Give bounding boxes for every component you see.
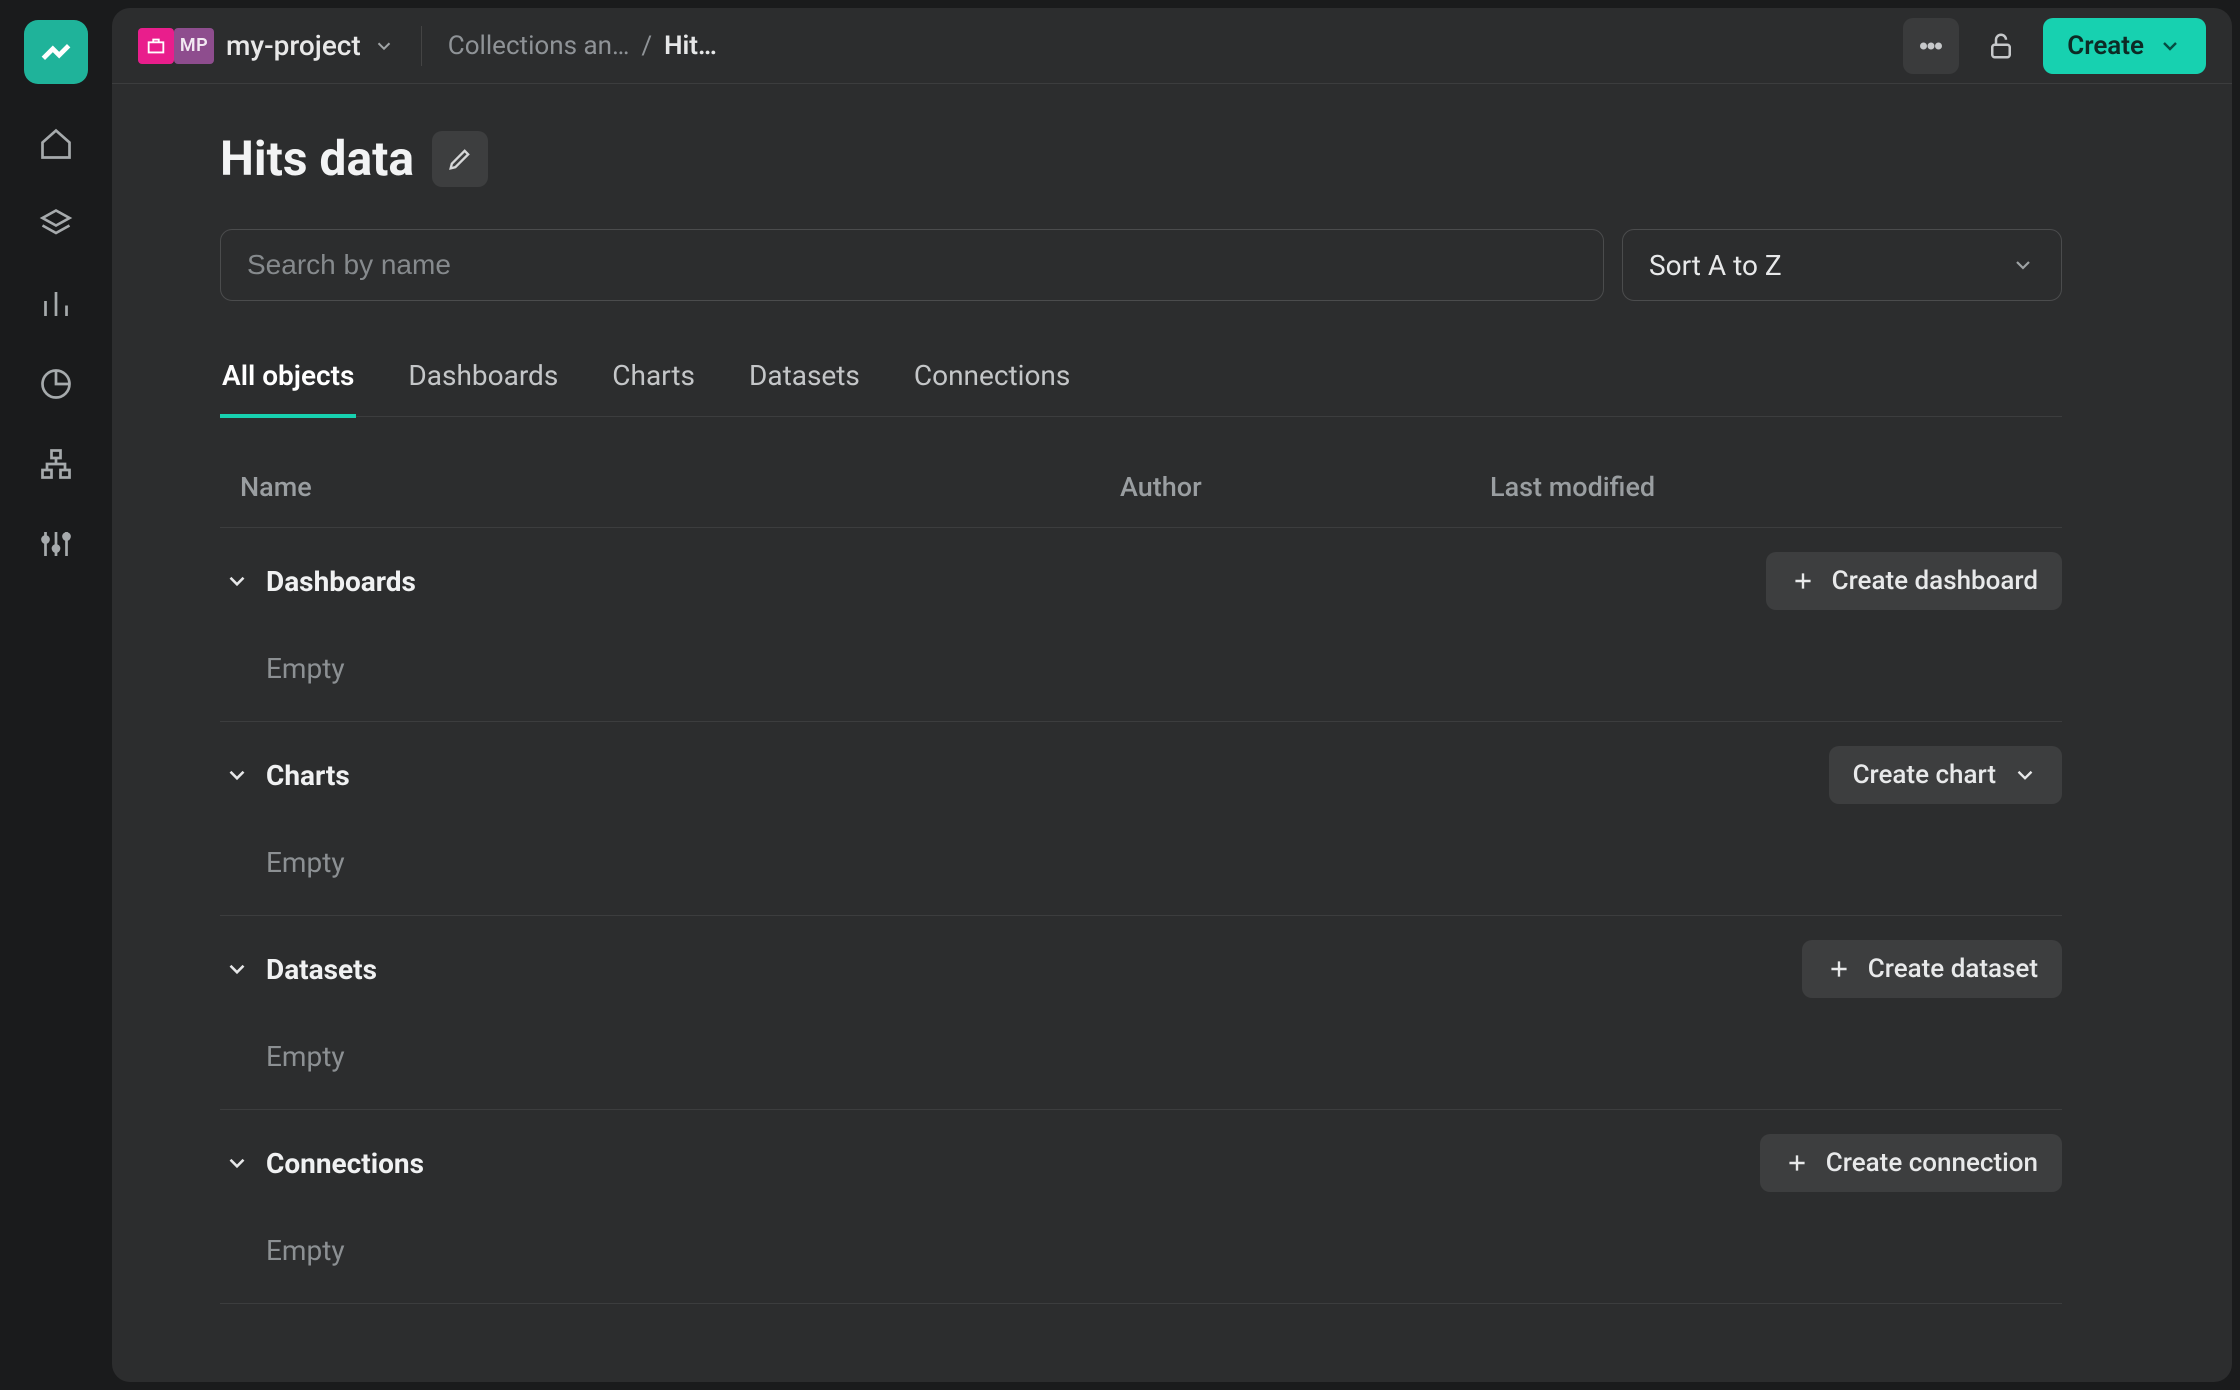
button-label: Create chart [1853, 760, 1996, 790]
home-icon[interactable] [36, 124, 76, 164]
lock-button[interactable] [1973, 18, 2029, 74]
sliders-icon[interactable] [36, 524, 76, 564]
nav-rail [0, 0, 112, 1390]
section-toggle-connections[interactable]: Connections [220, 1147, 424, 1180]
chevron-down-icon [224, 1150, 250, 1176]
tabs: All objects Dashboards Charts Datasets C… [220, 345, 2062, 417]
breadcrumb: Collections an… / Hit… [448, 31, 717, 61]
chevron-down-icon [373, 35, 395, 57]
create-connection-button[interactable]: Create connection [1760, 1134, 2062, 1192]
create-button-label: Create [2067, 31, 2144, 61]
col-name: Name [240, 471, 1120, 503]
button-label: Create dataset [1868, 954, 2038, 984]
tab-all-objects[interactable]: All objects [220, 345, 356, 416]
divider [421, 26, 422, 66]
more-button[interactable] [1903, 18, 1959, 74]
section-dashboards: Dashboards Create dashboard Empty [220, 528, 2062, 722]
main-panel: MP my-project Collections an… / Hit… Cre… [112, 8, 2232, 1382]
project-icons: MP [138, 28, 214, 64]
plus-icon [1790, 568, 1816, 594]
section-charts: Charts Create chart Empty [220, 722, 2062, 916]
section-title: Connections [266, 1147, 424, 1180]
plus-icon [1826, 956, 1852, 982]
chevron-down-icon [224, 956, 250, 982]
section-title: Datasets [266, 953, 377, 986]
empty-state: Empty [220, 1022, 2062, 1109]
section-toggle-datasets[interactable]: Datasets [220, 953, 377, 986]
tab-dashboards[interactable]: Dashboards [406, 345, 560, 416]
page-title: Hits data [220, 130, 414, 187]
bar-chart-icon[interactable] [36, 284, 76, 324]
project-picker[interactable]: MP my-project [138, 28, 395, 64]
col-author: Author [1120, 471, 1490, 503]
app-logo[interactable] [24, 20, 88, 84]
project-name: my-project [226, 29, 361, 62]
empty-state: Empty [220, 828, 2062, 915]
chevron-down-icon [2011, 253, 2035, 277]
section-toggle-dashboards[interactable]: Dashboards [220, 565, 416, 598]
project-badge: MP [174, 28, 214, 64]
sort-select[interactable]: Sort A to Z [1622, 229, 2062, 301]
create-button[interactable]: Create [2043, 18, 2206, 74]
top-bar: MP my-project Collections an… / Hit… Cre… [112, 8, 2232, 84]
plus-icon [1784, 1150, 1810, 1176]
search-input[interactable] [220, 229, 1604, 301]
section-title: Charts [266, 759, 350, 792]
tab-connections[interactable]: Connections [912, 345, 1072, 416]
breadcrumb-separator: / [641, 31, 652, 61]
edit-title-button[interactable] [432, 131, 488, 187]
sitemap-icon[interactable] [36, 444, 76, 484]
chevron-down-icon [2012, 762, 2038, 788]
layers-icon[interactable] [36, 204, 76, 244]
empty-state: Empty [220, 634, 2062, 721]
chevron-down-icon [2158, 34, 2182, 58]
create-dataset-button[interactable]: Create dataset [1802, 940, 2062, 998]
section-title: Dashboards [266, 565, 416, 598]
create-chart-button[interactable]: Create chart [1829, 746, 2062, 804]
tab-datasets[interactable]: Datasets [747, 345, 862, 416]
chevron-down-icon [224, 762, 250, 788]
pencil-icon [446, 145, 474, 173]
tab-charts[interactable]: Charts [610, 345, 697, 416]
col-modified: Last modified [1490, 471, 2042, 503]
empty-state: Empty [220, 1216, 2062, 1303]
section-toggle-charts[interactable]: Charts [220, 759, 350, 792]
button-label: Create dashboard [1832, 566, 2038, 596]
breadcrumb-current: Hit… [664, 31, 717, 61]
briefcase-icon [138, 28, 174, 64]
create-dashboard-button[interactable]: Create dashboard [1766, 552, 2062, 610]
section-datasets: Datasets Create dataset Empty [220, 916, 2062, 1110]
section-connections: Connections Create connection Empty [220, 1110, 2062, 1304]
column-headers: Name Author Last modified [220, 447, 2062, 528]
breadcrumb-root[interactable]: Collections an… [448, 31, 630, 61]
content-area: Hits data Sort A to Z All objects Dashbo… [112, 84, 2232, 1382]
button-label: Create connection [1826, 1148, 2038, 1178]
sort-label: Sort A to Z [1649, 249, 1782, 282]
chevron-down-icon [224, 568, 250, 594]
pie-chart-icon[interactable] [36, 364, 76, 404]
